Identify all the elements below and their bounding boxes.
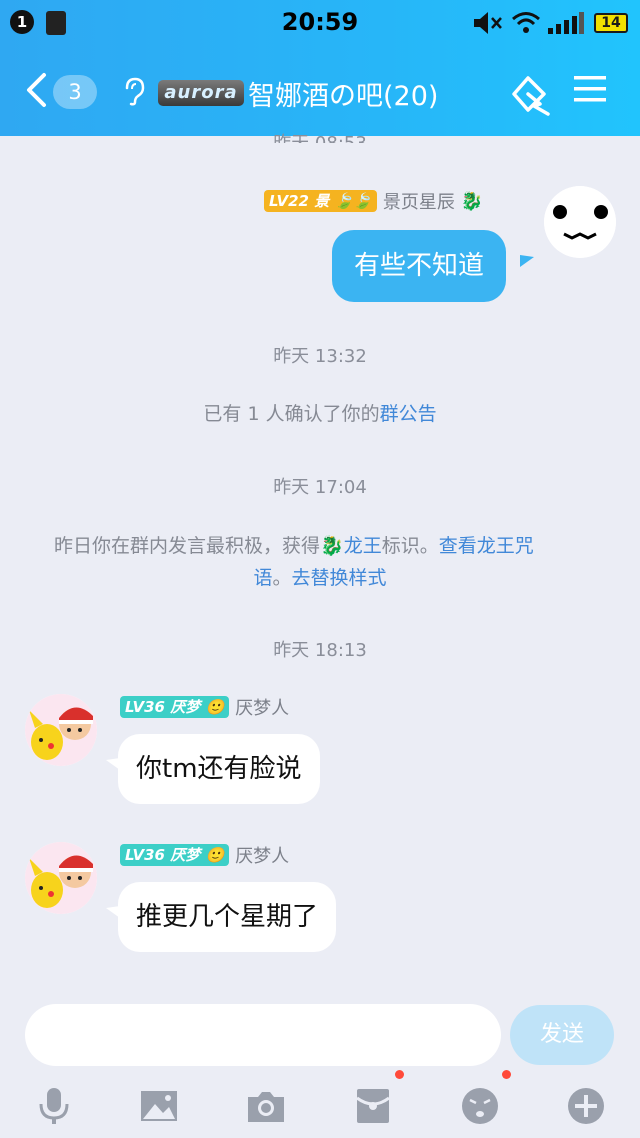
mute-icon [474, 12, 502, 34]
ear-icon[interactable] [122, 76, 146, 106]
member-title: 景 [314, 192, 330, 210]
system-notice-dragon: 昨日你在群内发言最积极，获得🐉龙王标识。查看龙王咒 [54, 530, 594, 562]
sender-name[interactable]: 厌梦人 [235, 842, 289, 868]
level-badge: LV36 厌梦 🙂 [120, 844, 230, 866]
timestamp: 昨天 18:13 [273, 640, 367, 661]
bubble-tail [520, 255, 534, 267]
sender-meta: LV36 厌梦 🙂 厌梦人 [120, 842, 289, 868]
member-title: 厌梦 [170, 846, 201, 864]
unread-count-badge[interactable]: 3 [53, 75, 97, 109]
view-spell-link[interactable]: 语 [253, 567, 272, 589]
status-time: 20:59 [281, 8, 359, 36]
outgoing-bubble[interactable]: 有些不知道 [332, 230, 507, 302]
timestamp: 昨天 17:04 [273, 477, 367, 498]
page-title[interactable]: 智娜酒の吧(20) [248, 74, 438, 113]
sender-avatar[interactable] [25, 842, 97, 914]
level-text: LV36 [125, 846, 165, 864]
level-badge: LV22 景 🍃🍃 [264, 190, 377, 212]
dragon-king-link[interactable]: 龙王 [344, 535, 382, 557]
notice-text: 标识。 [381, 535, 439, 557]
group-logo: aurora [158, 80, 244, 106]
face-badge-icon: 🙂 [205, 846, 225, 864]
plus-icon[interactable] [566, 1086, 606, 1126]
view-spell-link[interactable]: 查看龙王咒 [439, 535, 534, 557]
signal-icon [548, 12, 584, 34]
system-notice-dragon-line2: 语。去替换样式 [0, 562, 640, 594]
share-icon[interactable] [508, 72, 554, 116]
group-notice-link[interactable]: 群公告 [380, 403, 437, 425]
bubble-tail [106, 758, 120, 770]
face-avatar-icon [544, 186, 616, 258]
face-badge-icon: 🙂 [205, 698, 225, 716]
bubble-tail [106, 906, 120, 918]
sender-avatar[interactable] [25, 694, 97, 766]
change-style-link[interactable]: 去替换样式 [292, 567, 387, 589]
system-notice: 已有 1 人确认了你的群公告 [0, 398, 640, 430]
emoji-icon[interactable] [460, 1086, 500, 1126]
pikachu-avatar-icon [25, 694, 97, 766]
back-chevron-icon[interactable] [24, 72, 48, 108]
wifi-icon [512, 12, 540, 33]
level-text: LV22 [269, 192, 309, 210]
status-bar: 1 20:59 14 [0, 0, 640, 48]
dragon-king-icon: 🐉 [460, 190, 484, 212]
menu-icon[interactable] [574, 74, 606, 104]
notice-text: 昨日你在群内发言最积极，获得 [54, 535, 321, 557]
nav-bar: 3 aurora 智娜酒の吧(20) [0, 48, 640, 136]
level-badge: LV36 厌梦 🙂 [120, 696, 230, 718]
leaf-icon: 🍃🍃 [334, 192, 372, 210]
incoming-bubble[interactable]: 推更几个星期了 [118, 882, 337, 952]
message-input[interactable] [25, 1004, 501, 1066]
timestamp: 昨天 13:32 [273, 346, 367, 367]
incoming-bubble[interactable]: 你tm还有脸说 [118, 734, 320, 804]
sender-name[interactable]: 景页星辰 [383, 188, 455, 214]
send-button[interactable]: 发送 [510, 1005, 614, 1065]
level-text: LV36 [125, 698, 165, 716]
microphone-icon[interactable] [34, 1086, 74, 1126]
sender-meta: LV22 景 🍃🍃 景页星辰 🐉 [264, 188, 483, 214]
new-indicator-dot [395, 1070, 404, 1079]
header: 1 20:59 14 3 aurora 智娜酒の吧(20) [0, 0, 640, 136]
camera-icon[interactable] [246, 1086, 286, 1126]
new-indicator-dot [502, 1070, 511, 1079]
pikachu-avatar-icon [25, 842, 97, 914]
battery-indicator: 14 [594, 13, 628, 33]
red-packet-icon[interactable] [353, 1086, 393, 1126]
input-bar: 发送 [0, 990, 640, 1138]
timestamp: 昨天 08:53 [0, 129, 640, 143]
notice-text: 。 [272, 567, 292, 589]
member-title: 厌梦 [170, 698, 201, 716]
dragon-king-icon: 🐉 [320, 535, 344, 557]
my-avatar[interactable] [544, 186, 616, 258]
image-icon[interactable] [139, 1086, 179, 1126]
notice-text: 已有 1 人确认了你的 [203, 403, 380, 425]
sender-name[interactable]: 厌梦人 [235, 694, 289, 720]
sender-meta: LV36 厌梦 🙂 厌梦人 [120, 694, 289, 720]
